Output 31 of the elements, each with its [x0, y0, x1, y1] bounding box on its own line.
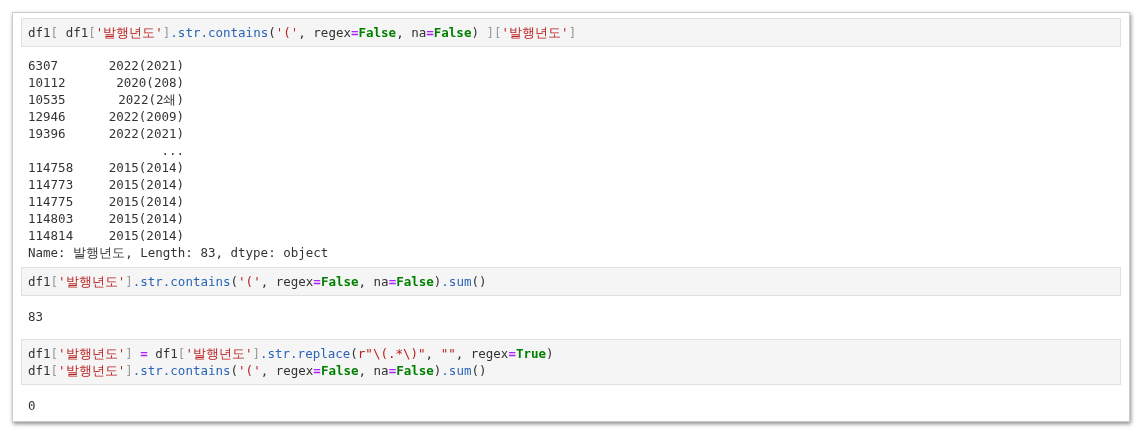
output-text: 83 — [28, 309, 44, 324]
index-label: 114803 — [28, 211, 74, 226]
series-value: 2015(2014) — [108, 211, 184, 226]
code-line: df1['발행년도'].str.contains('(', regex=False, na=False).sum() — [28, 362, 488, 379]
series-value: 2022(2021) — [108, 126, 184, 141]
series-value: 2020(208) — [116, 75, 184, 90]
index-label: 12946 — [28, 109, 66, 124]
code-line: df1[ df1['발행년도'].str.contains('(', regex=False, na=False) ]['발행년도'] — [28, 24, 578, 41]
series-value: 2015(2014) — [108, 228, 184, 243]
series-value: 2015(2014) — [108, 160, 184, 175]
series-value: 2022(2쇄) — [118, 92, 184, 107]
code-cell[interactable]: df1['발행년도'] = df1['발행년도'].str.replace(r"\(.*\)", "", regex=True) df1['발행년도'].str.contains('(', regex=False, na=False).sum() — [21, 339, 1121, 385]
series-value: ... — [161, 143, 184, 158]
index-label: 114814 — [28, 228, 74, 243]
index-label: 6307 — [28, 58, 59, 73]
code-line: df1['발행년도'] = df1['발행년도'].str.replace(r"\(.*\)", "", regex=True) — [28, 345, 555, 362]
series-value: 2015(2014) — [108, 194, 184, 209]
index-label: 114758 — [28, 160, 74, 175]
index-label: 114775 — [28, 194, 74, 209]
code-cell[interactable]: df1['발행년도'].str.contains('(', regex=False, na=False).sum() — [21, 267, 1121, 296]
output-text: 0 — [28, 398, 36, 413]
index-label: 114773 — [28, 177, 74, 192]
series-value: 2022(2021) — [108, 58, 184, 73]
code-line: df1['발행년도'].str.contains('(', regex=False, na=False).sum() — [28, 273, 488, 290]
series-value: 2022(2009) — [108, 109, 184, 124]
index-label: 10112 — [28, 75, 66, 90]
series-value: 2015(2014) — [108, 177, 184, 192]
series-footer: Name: 발행년도, Length: 83, dtype: object — [28, 244, 329, 261]
index-label: 10535 — [28, 92, 66, 107]
index-label: 19396 — [28, 126, 66, 141]
code-cell[interactable]: df1[ df1['발행년도'].str.contains('(', regex=False, na=False) ]['발행년도'] — [21, 18, 1121, 47]
